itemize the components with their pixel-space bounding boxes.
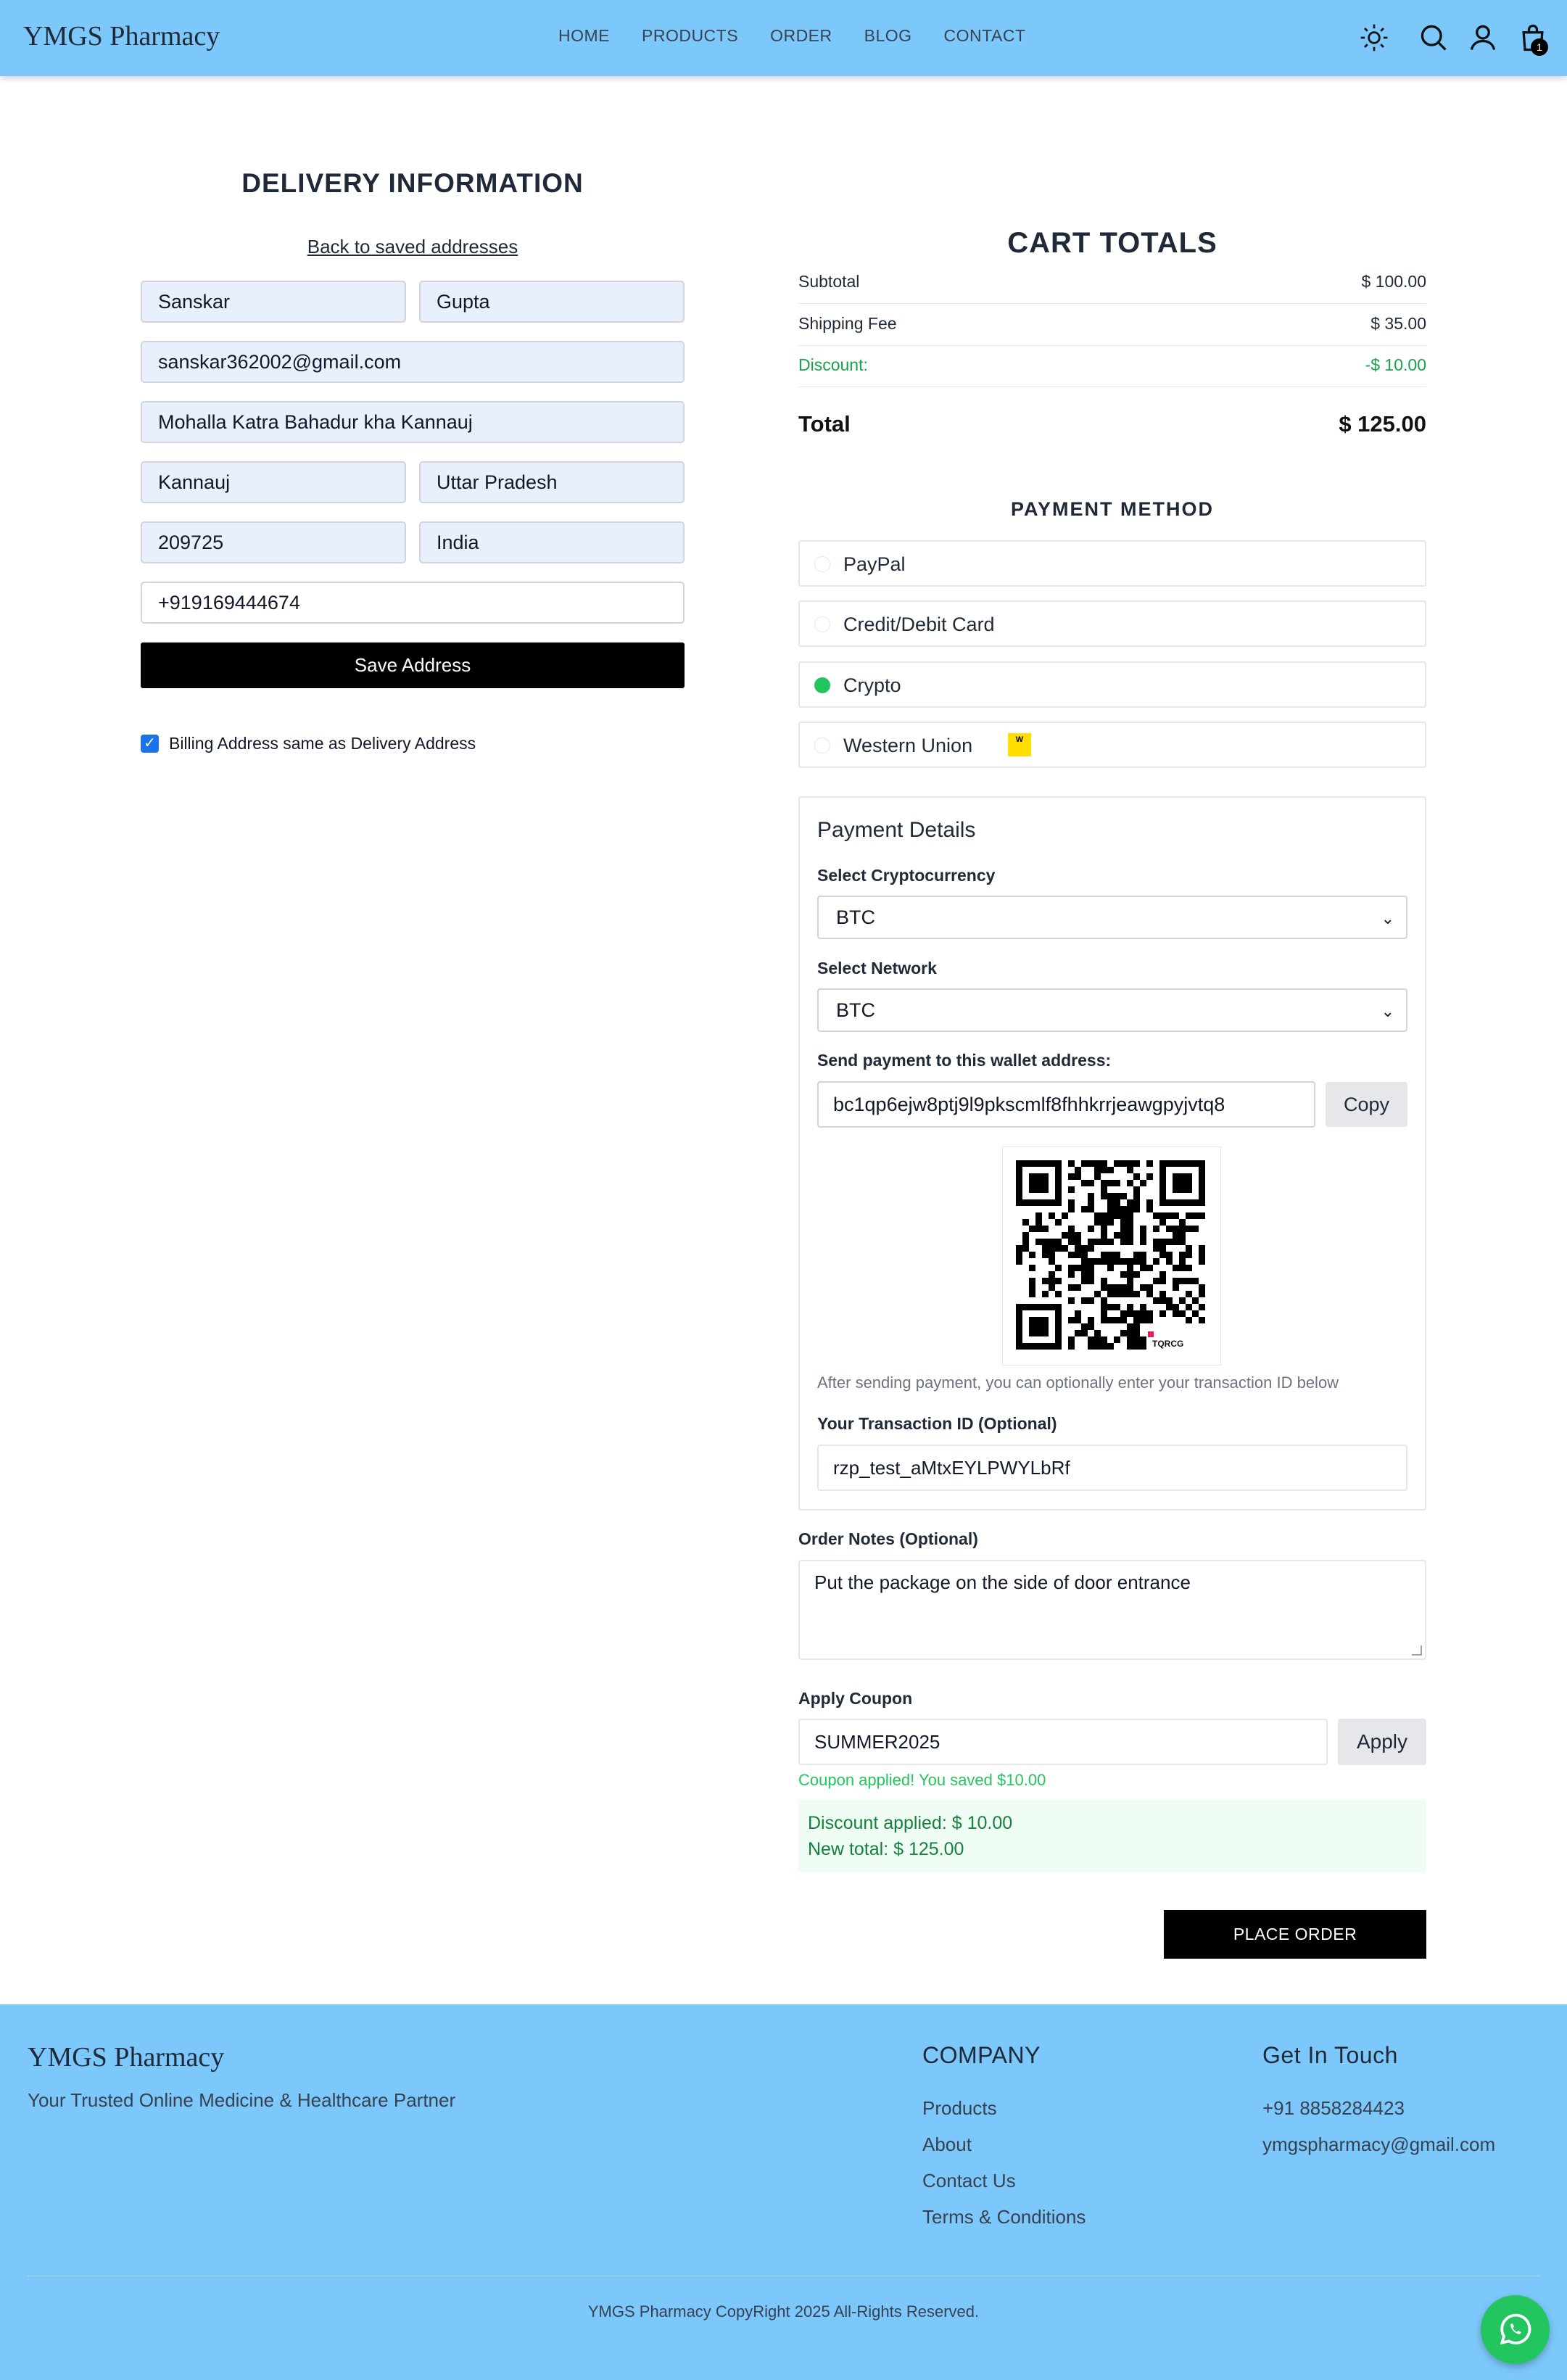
transaction-id-label: Your Transaction ID (Optional) <box>817 1414 1057 1433</box>
nav-link-order[interactable]: ORDER <box>770 26 832 46</box>
crypto-select-label: Select Cryptocurrency <box>817 866 996 885</box>
western-union-logo-icon: W <box>1008 733 1031 756</box>
phone-field[interactable]: +919169444674 <box>141 582 685 624</box>
payment-option-paypal[interactable]: PayPal <box>798 540 1426 587</box>
payment-method-title: PAYMENT METHOD <box>1010 498 1215 520</box>
nav-link-contact[interactable]: CONTACT <box>944 26 1026 46</box>
search-icon[interactable] <box>1418 22 1450 57</box>
coupon-success-message: Coupon applied! You saved $10.00 <box>798 1771 1046 1789</box>
chevron-down-icon: ⌄ <box>1381 1002 1394 1020</box>
discount-applied-text: Discount applied: $ 10.00 <box>808 1813 1013 1833</box>
place-order-button[interactable]: PLACE ORDER <box>1164 1910 1426 1959</box>
user-icon[interactable] <box>1467 22 1499 57</box>
total-value: $ 125.00 <box>1339 411 1426 437</box>
first-name-field[interactable]: Sanskar <box>141 281 406 323</box>
billing-same-option: ✓ Billing Address same as Delivery Addre… <box>141 734 476 753</box>
footer-phone[interactable]: +91 8858284423 <box>1262 2097 1405 2120</box>
city-field[interactable]: Kannauj <box>141 461 406 503</box>
whatsapp-icon <box>1500 2313 1531 2345</box>
state-field[interactable]: Uttar Pradesh <box>419 461 685 503</box>
last-name-field[interactable]: Gupta <box>419 281 685 323</box>
top-navbar: YMGS Pharmacy HOME PRODUCTS ORDER BLOG C… <box>0 0 1567 76</box>
cart-totals-title: CART TOTALS <box>1007 227 1217 259</box>
shipping-label: Shipping Fee <box>798 314 897 333</box>
nav-link-products[interactable]: PRODUCTS <box>642 26 738 46</box>
nav-link-blog[interactable]: BLOG <box>864 26 912 46</box>
email-field[interactable]: sanskar362002@gmail.com <box>141 341 685 383</box>
country-field[interactable]: India <box>419 521 685 563</box>
billing-same-label: Billing Address same as Delivery Address <box>169 734 476 753</box>
coupon-input[interactable]: SUMMER2025 <box>798 1719 1328 1765</box>
western-union-radio[interactable] <box>814 737 830 753</box>
crypto-label: Crypto <box>843 674 901 696</box>
cryptocurrency-select-value: BTC <box>836 906 875 928</box>
discount-summary-box: Discount applied: $ 10.00 New total: $ 1… <box>798 1800 1426 1872</box>
shipping-value: $ 35.00 <box>1370 314 1426 333</box>
wallet-address-label: Send payment to this wallet address: <box>817 1051 1112 1070</box>
footer-email[interactable]: ymgspharmacy@gmail.com <box>1262 2133 1495 2156</box>
payment-details-title: Payment Details <box>817 818 976 842</box>
resize-handle-icon[interactable] <box>1412 1645 1422 1656</box>
zip-field[interactable]: 209725 <box>141 521 406 563</box>
paypal-label: PayPal <box>843 553 906 575</box>
copy-wallet-button[interactable]: Copy <box>1326 1082 1407 1127</box>
network-select-value: BTC <box>836 999 875 1021</box>
card-radio[interactable] <box>814 616 830 632</box>
back-to-saved-addresses-link[interactable]: Back to saved addresses <box>141 236 685 258</box>
western-union-label: Western Union <box>843 735 973 756</box>
whatsapp-chat-button[interactable] <box>1481 2295 1550 2364</box>
footer-tagline: Your Trusted Online Medicine & Healthcar… <box>28 2089 456 2111</box>
new-total-text: New total: $ 125.00 <box>808 1839 964 1859</box>
cart-count-badge: 1 <box>1531 38 1548 56</box>
payment-option-western-union[interactable]: Western Union W <box>798 722 1426 768</box>
order-notes-label: Order Notes (Optional) <box>798 1529 978 1548</box>
coupon-label: Apply Coupon <box>798 1689 913 1708</box>
card-label: Credit/Debit Card <box>843 613 995 635</box>
apply-coupon-button[interactable]: Apply <box>1338 1719 1426 1765</box>
save-address-button[interactable]: Save Address <box>141 642 685 688</box>
wallet-qr-code: TQRCG <box>1002 1146 1221 1365</box>
payment-option-crypto[interactable]: Crypto <box>798 661 1426 708</box>
sun-icon[interactable] <box>1358 22 1390 57</box>
brand-logo[interactable]: YMGS Pharmacy <box>23 20 220 52</box>
nav-link-home[interactable]: HOME <box>558 26 610 46</box>
chevron-down-icon: ⌄ <box>1381 909 1394 927</box>
footer-link-contact-us[interactable]: Contact Us <box>922 2170 1016 2192</box>
discount-row: Discount: -$ 10.00 <box>798 345 1426 387</box>
footer-contact-heading: Get In Touch <box>1262 2042 1398 2068</box>
paypal-radio[interactable] <box>814 556 830 572</box>
order-notes-text: Put the package on the side of door entr… <box>814 1571 1191 1593</box>
billing-same-checkbox[interactable]: ✓ <box>141 735 159 753</box>
street-field[interactable]: Mohalla Katra Bahadur kha Kannauj <box>141 401 685 443</box>
after-payment-note: After sending payment, you can optionall… <box>817 1373 1339 1392</box>
subtotal-row: Subtotal $ 100.00 <box>798 262 1426 304</box>
shipping-row: Shipping Fee $ 35.00 <box>798 304 1426 346</box>
discount-value: -$ 10.00 <box>1365 355 1426 374</box>
cryptocurrency-select[interactable]: BTC ⌄ <box>817 896 1407 939</box>
footer-link-products[interactable]: Products <box>922 2097 997 2120</box>
delivery-title: DELIVERY INFORMATION <box>241 168 584 198</box>
nav-links: HOME PRODUCTS ORDER BLOG CONTACT <box>558 26 1026 46</box>
qr-caption: TQRCG <box>1152 1339 1184 1349</box>
footer-copyright: YMGS Pharmacy CopyRight 2025 All-Rights … <box>587 2302 980 2321</box>
crypto-radio[interactable] <box>814 677 830 693</box>
qr-code-image <box>1016 1160 1205 1350</box>
discount-label: Discount: <box>798 355 868 374</box>
footer-link-terms[interactable]: Terms & Conditions <box>922 2206 1086 2228</box>
wallet-address-input[interactable]: bc1qp6ejw8ptj9l9pkscmlf8fhhkrrjeawgpyjvt… <box>817 1081 1315 1128</box>
footer-link-about[interactable]: About <box>922 2133 972 2156</box>
transaction-id-input[interactable]: rzp_test_aMtxEYLPWYLbRf <box>817 1445 1407 1491</box>
order-notes-textarea[interactable]: Put the package on the side of door entr… <box>798 1560 1426 1660</box>
total-label: Total <box>798 411 851 437</box>
footer-company-heading: COMPANY <box>922 2042 1041 2068</box>
subtotal-value: $ 100.00 <box>1361 272 1426 291</box>
network-select[interactable]: BTC ⌄ <box>817 988 1407 1032</box>
network-select-label: Select Network <box>817 959 937 978</box>
subtotal-label: Subtotal <box>798 272 860 291</box>
footer-brand: YMGS Pharmacy <box>28 2042 225 2073</box>
payment-option-card[interactable]: Credit/Debit Card <box>798 600 1426 647</box>
